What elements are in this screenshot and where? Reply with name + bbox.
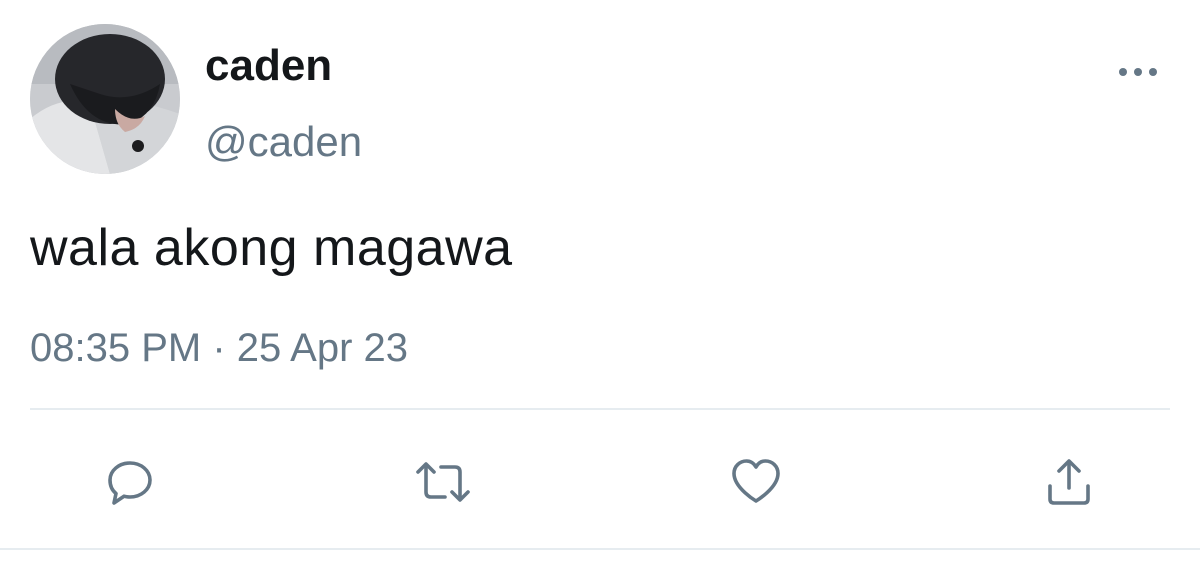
tweet-card: caden @caden wala akong magawa 08:35 PM … (0, 0, 1200, 568)
tweet-timestamp[interactable]: 08:35 PM · 25 Apr 23 (30, 322, 408, 374)
reply-button[interactable] (100, 452, 160, 512)
share-icon (1048, 459, 1090, 505)
reply-icon (108, 461, 152, 505)
avatar[interactable] (30, 24, 180, 174)
divider (0, 548, 1200, 550)
divider (30, 408, 1170, 410)
like-icon (732, 459, 780, 503)
profile-photo (30, 24, 180, 174)
like-button[interactable] (726, 452, 786, 512)
share-button[interactable] (1039, 452, 1099, 512)
tweet-text: wala akong magawa (30, 219, 513, 277)
display-name[interactable]: caden (205, 40, 332, 92)
retweet-icon (416, 462, 470, 502)
retweet-button[interactable] (413, 452, 473, 512)
user-handle[interactable]: @caden (205, 117, 362, 167)
more-options-button[interactable] (1112, 52, 1164, 92)
more-icon (1119, 68, 1157, 76)
